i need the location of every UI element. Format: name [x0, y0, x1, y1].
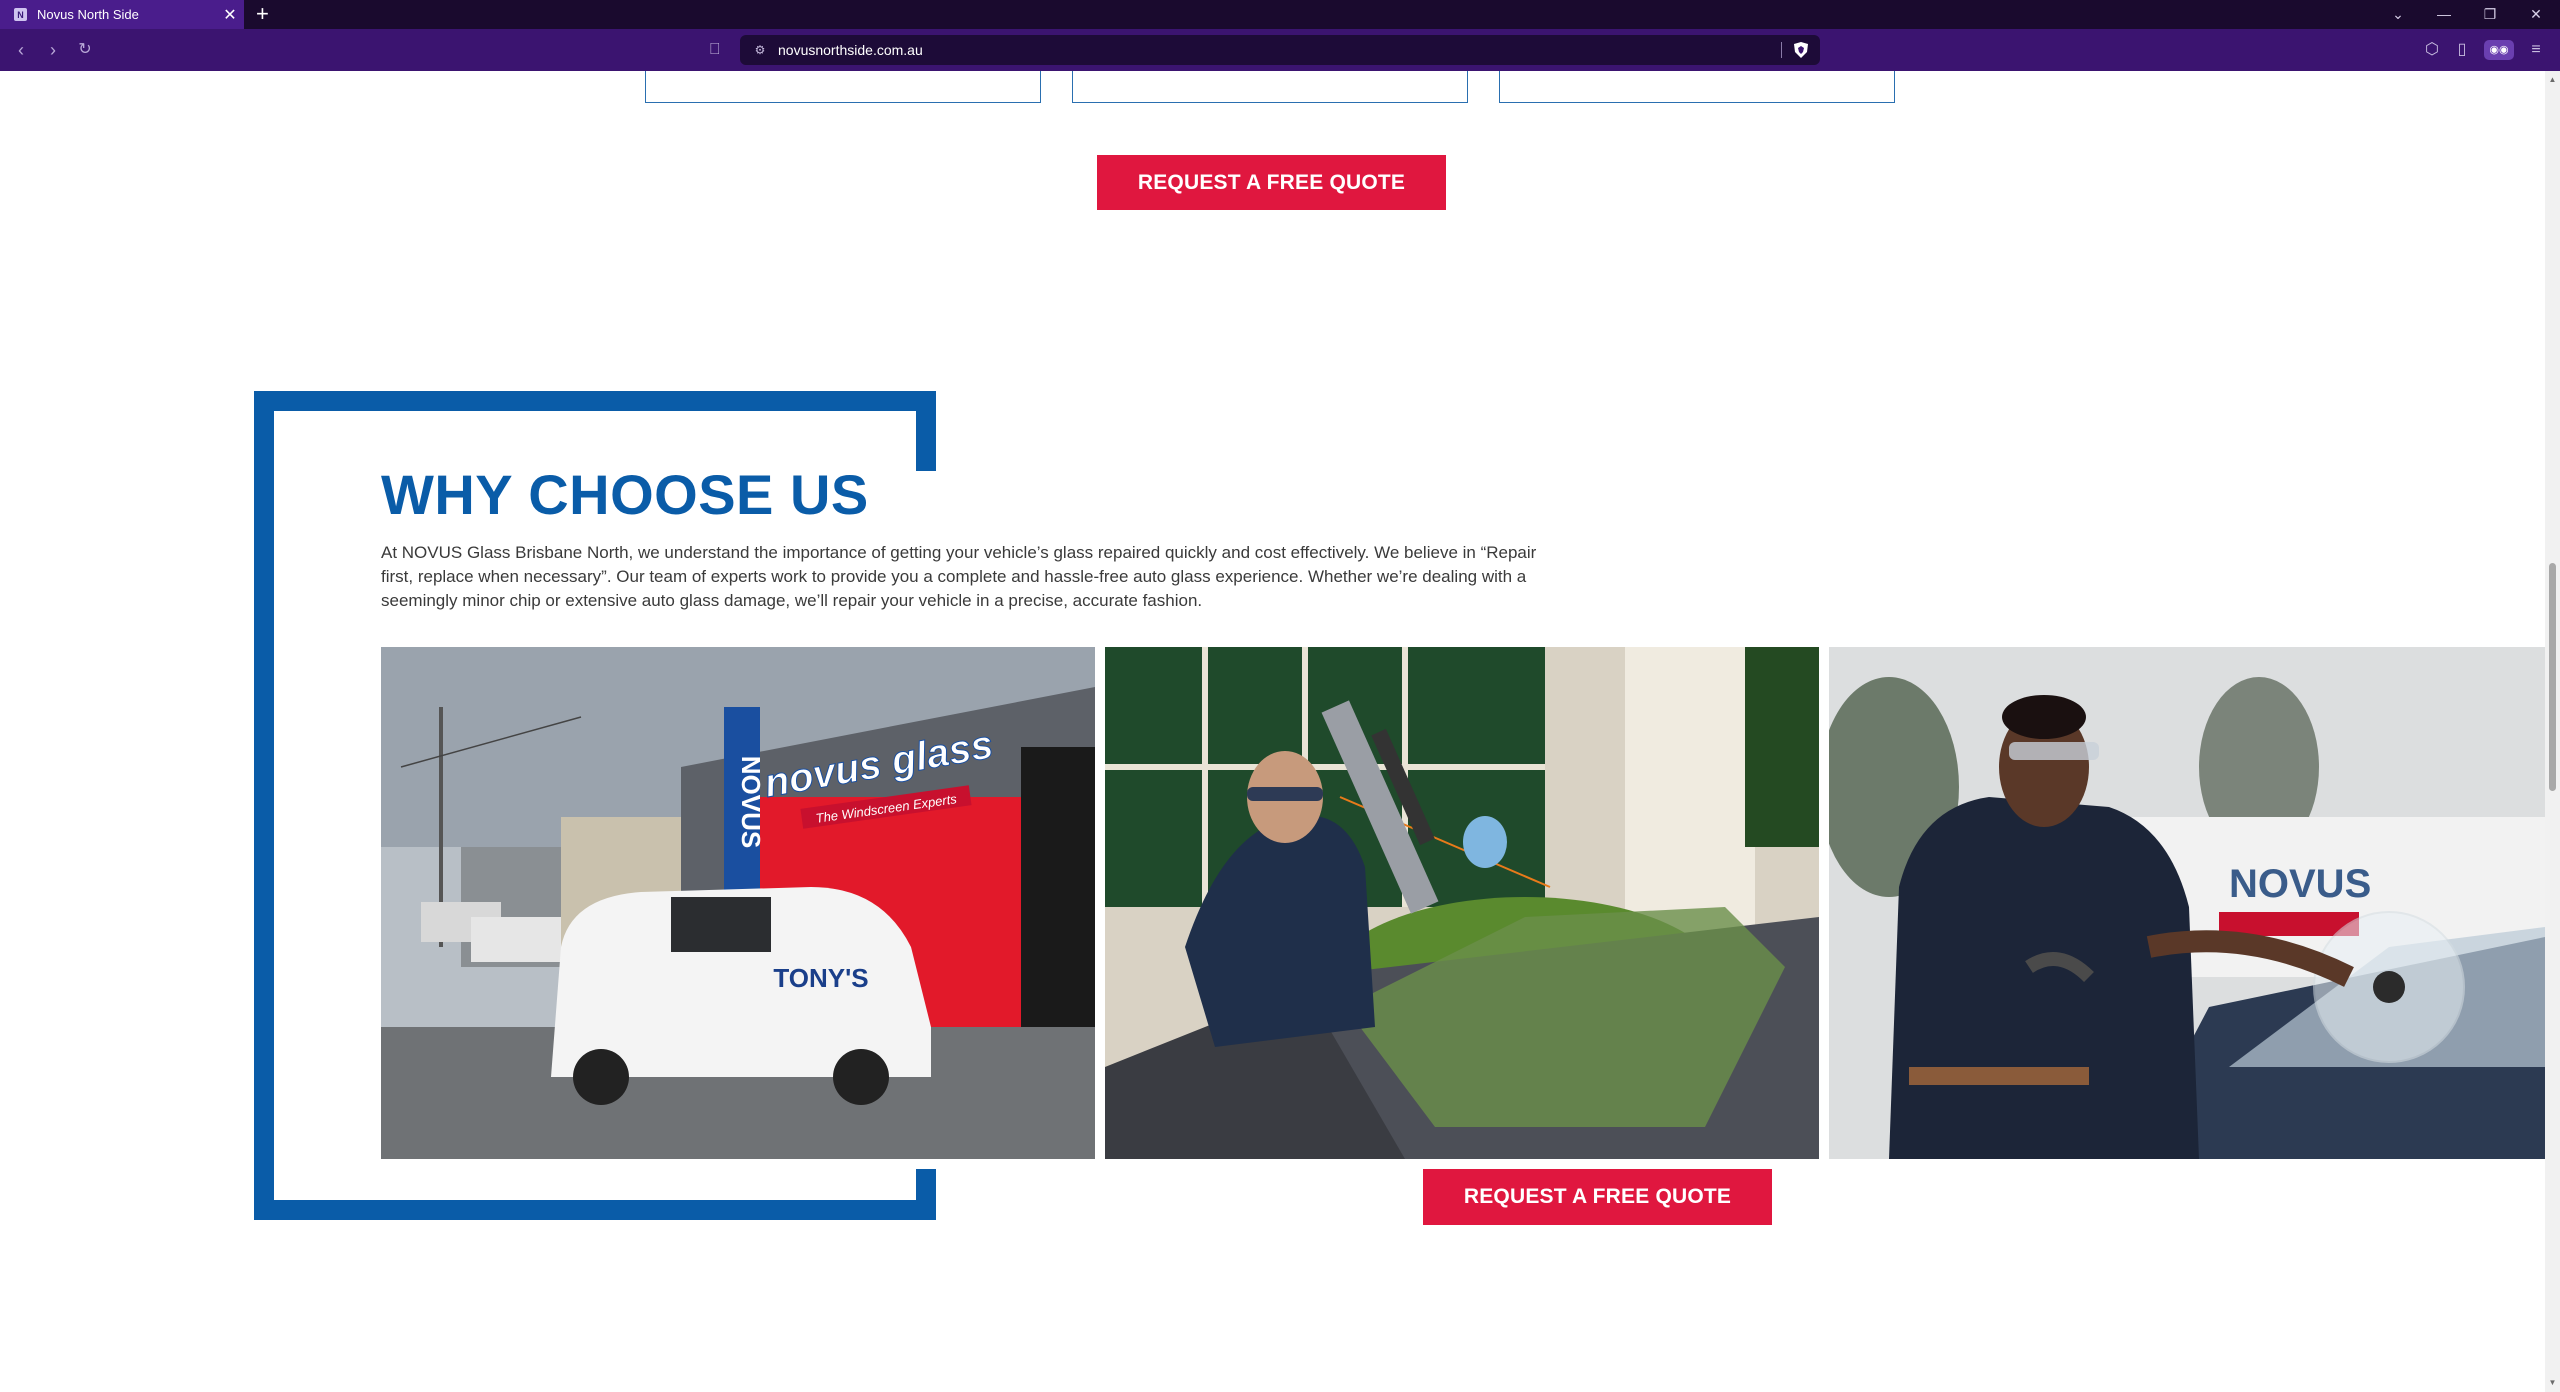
- request-quote-button[interactable]: REQUEST A FREE QUOTE: [1423, 1169, 1772, 1225]
- site-info-icon[interactable]: ⚙: [752, 42, 768, 58]
- maximize-icon[interactable]: ❐: [2470, 0, 2510, 29]
- page-scrollbar[interactable]: ▲ ▼: [2545, 71, 2560, 1392]
- tab-list-icon[interactable]: ⌄: [2378, 0, 2418, 29]
- technician-repair-photo: NOVUS: [1829, 647, 2545, 1159]
- scroll-up-icon[interactable]: ▲: [2545, 73, 2560, 87]
- extensions-icon[interactable]: ⬡: [2418, 29, 2446, 71]
- section-paragraph: At NOVUS Glass Brisbane North, we unders…: [381, 543, 1537, 610]
- tab-strip: N Novus North Side ✕ + ⌄ — ❐ ✕: [0, 0, 2560, 29]
- close-window-icon[interactable]: ✕: [2516, 0, 2556, 29]
- tab-close-icon[interactable]: ✕: [216, 5, 244, 25]
- url-divider: [1781, 42, 1782, 58]
- decorative-frame: [254, 391, 936, 411]
- brave-shield-icon[interactable]: [1792, 41, 1810, 59]
- url-text[interactable]: novusnorthside.com.au: [778, 35, 923, 65]
- service-card: [1072, 71, 1468, 103]
- scrollbar-thumb[interactable]: [2549, 563, 2556, 791]
- service-card: [1499, 71, 1895, 103]
- page-viewport: REQUEST A FREE QUOTE WHY CHOOSE US At NO…: [0, 71, 2545, 1392]
- decorative-frame: [254, 391, 274, 1220]
- van-livery: TONY'S: [773, 963, 868, 993]
- minimize-icon[interactable]: —: [2424, 0, 2464, 29]
- browser-toolbar: ‹ › ↻ ⎕ ⚙ novusnorthside.com.au ⬡ ▯ ◉◉ ≡: [0, 29, 2560, 71]
- request-quote-button[interactable]: REQUEST A FREE QUOTE: [1097, 155, 1446, 210]
- decorative-frame: [916, 391, 936, 471]
- reload-icon[interactable]: ↻: [70, 29, 100, 71]
- sidebar-icon[interactable]: ▯: [2448, 29, 2476, 71]
- tab-title: Novus North Side: [37, 7, 139, 22]
- active-tab[interactable]: N Novus North Side ✕: [0, 0, 244, 29]
- new-tab-button[interactable]: +: [256, 2, 269, 26]
- van-livery-background: NOVUS: [2229, 862, 2371, 906]
- shopfront-photo: NOVUS novus glass The Windscreen Experts…: [381, 647, 1095, 1159]
- technician-caulking-photo: [1105, 647, 1819, 1159]
- menu-icon[interactable]: ≡: [2522, 29, 2550, 71]
- section-heading: WHY CHOOSE US: [381, 463, 869, 526]
- back-icon[interactable]: ‹: [6, 29, 36, 71]
- site-favicon-icon: N: [14, 8, 27, 21]
- bookmark-icon[interactable]: ⎕: [710, 29, 720, 71]
- wallet-icon[interactable]: ◉◉: [2484, 40, 2514, 60]
- address-bar[interactable]: ⚙ novusnorthside.com.au: [740, 35, 1820, 65]
- forward-icon[interactable]: ›: [38, 29, 68, 71]
- service-card: [645, 71, 1041, 103]
- decorative-frame: [254, 1200, 936, 1220]
- scroll-down-icon[interactable]: ▼: [2545, 1376, 2560, 1390]
- decorative-frame: [916, 1169, 936, 1220]
